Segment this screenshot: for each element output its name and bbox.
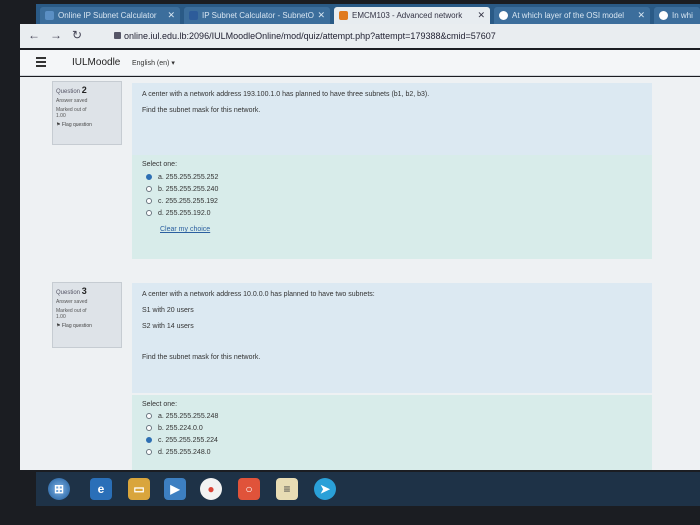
question-3-info: Question 3 Answer saved Marked out of 1.… bbox=[52, 282, 122, 348]
question-3-text: A center with a network address 10.0.0.0… bbox=[132, 283, 652, 393]
reload-icon[interactable]: ↻ bbox=[72, 28, 82, 42]
notes-icon[interactable]: ≡ bbox=[276, 478, 298, 500]
tab-label: EMCM103 - Advanced network bbox=[352, 11, 463, 20]
tab-in-which[interactable]: In whi bbox=[654, 7, 700, 24]
close-tab-icon[interactable]: ✕ bbox=[167, 7, 175, 24]
question-3-answers: Select one: a. 255.255.255.248 b. 255.22… bbox=[132, 395, 652, 470]
close-tab-icon[interactable]: ✕ bbox=[637, 7, 645, 24]
radio-button[interactable] bbox=[146, 425, 152, 431]
radio-button[interactable] bbox=[146, 210, 152, 216]
menu-icon[interactable] bbox=[36, 57, 46, 67]
language-menu[interactable]: English (en) ▾ bbox=[132, 59, 175, 67]
question-text-line: Find the subnet mask for this network. bbox=[142, 354, 261, 361]
question-text-line: S2 with 14 users bbox=[142, 323, 194, 330]
flag-icon: ⚑ bbox=[56, 323, 61, 329]
tab-label: In whi bbox=[672, 11, 693, 20]
question-text-line: A center with a network address 10.0.0.0… bbox=[142, 291, 375, 298]
question-text-line: Find the subnet mask for this network. bbox=[142, 107, 261, 114]
flag-label: Flag question bbox=[61, 122, 92, 128]
marks-value: 1.00 bbox=[56, 314, 66, 320]
site-favicon-icon bbox=[45, 11, 54, 20]
clear-choice-link[interactable]: Clear my choice bbox=[160, 226, 642, 233]
chrome-icon[interactable]: ● bbox=[200, 478, 222, 500]
option-label: a. 255.255.255.252 bbox=[158, 173, 219, 181]
close-tab-icon[interactable]: ✕ bbox=[477, 7, 485, 24]
moodle-navbar: IULMoodle English (en) ▾ bbox=[20, 50, 700, 76]
office-icon[interactable]: ○ bbox=[238, 478, 260, 500]
answer-option-d[interactable]: d. 255.255.192.0 bbox=[146, 207, 642, 219]
site-favicon-icon bbox=[189, 11, 198, 20]
close-tab-icon[interactable]: ✕ bbox=[317, 7, 325, 24]
site-brand[interactable]: IULMoodle bbox=[72, 57, 120, 68]
question-text-line: A center with a network address 193.100.… bbox=[142, 91, 430, 98]
url-text: online.iul.edu.lb:2096/IULMoodleOnline/m… bbox=[124, 31, 496, 41]
start-orb-icon[interactable]: ⊞ bbox=[48, 478, 70, 500]
tab-ip-subnet-calculator[interactable]: IP Subnet Calculator - SubnetO ✕ bbox=[184, 7, 330, 24]
question-2-text: A center with a network address 193.100.… bbox=[132, 83, 652, 155]
question-text-line: S1 with 20 users bbox=[142, 307, 194, 314]
radio-button[interactable] bbox=[146, 174, 152, 180]
telegram-icon[interactable]: ➤ bbox=[314, 478, 336, 500]
tab-osi-model[interactable]: At which layer of the OSI model ✕ bbox=[494, 7, 650, 24]
tab-label: IP Subnet Calculator - SubnetO bbox=[202, 11, 314, 20]
radio-button[interactable] bbox=[146, 413, 152, 419]
answer-option-a[interactable]: a. 255.255.255.248 bbox=[146, 410, 642, 422]
answer-option-b[interactable]: b. 255.255.255.240 bbox=[146, 183, 642, 195]
internet-explorer-icon[interactable]: e bbox=[90, 478, 112, 500]
question-2-answers: Select one: a. 255.255.255.252 b. 255.25… bbox=[132, 155, 652, 259]
forward-icon[interactable]: → bbox=[50, 28, 62, 42]
select-one-label: Select one: bbox=[142, 161, 178, 168]
windows-taskbar: ⊞ e ▭ ▶ ● ○ ≡ ➤ bbox=[36, 472, 700, 506]
google-favicon-icon bbox=[659, 11, 668, 20]
option-label: d. 255.255.248.0 bbox=[158, 448, 211, 456]
answer-option-d[interactable]: d. 255.255.248.0 bbox=[146, 446, 642, 458]
screen: Online IP Subnet Calculator ✕ IP Subnet … bbox=[0, 0, 700, 525]
language-label: English (en) bbox=[132, 60, 170, 67]
answer-option-c[interactable]: c. 255.255.255.224 bbox=[146, 434, 642, 446]
quiz-page: Question 2 Answer saved Marked out of 1.… bbox=[20, 77, 700, 470]
flag-icon: ⚑ bbox=[56, 122, 61, 128]
option-label: c. 255.255.255.192 bbox=[158, 197, 218, 205]
radio-button[interactable] bbox=[146, 198, 152, 204]
tab-emcm103[interactable]: EMCM103 - Advanced network ✕ bbox=[334, 7, 490, 24]
answer-status: Answer saved bbox=[56, 299, 88, 305]
flag-question-button[interactable]: ⚑ Flag question bbox=[56, 323, 118, 329]
marks-value: 1.00 bbox=[56, 113, 66, 119]
question-number: 2 bbox=[81, 85, 87, 95]
question-label: Question bbox=[56, 290, 81, 296]
radio-button[interactable] bbox=[146, 449, 152, 455]
media-player-icon[interactable]: ▶ bbox=[164, 478, 186, 500]
browser-toolbar: ← → ↻ online.iul.edu.lb:2096/IULMoodleOn… bbox=[20, 24, 700, 48]
address-bar[interactable]: online.iul.edu.lb:2096/IULMoodleOnline/m… bbox=[110, 28, 670, 45]
select-one-label: Select one: bbox=[142, 401, 178, 408]
tab-online-ip-subnet-calculator[interactable]: Online IP Subnet Calculator ✕ bbox=[40, 7, 180, 24]
question-label: Question bbox=[56, 89, 81, 95]
option-label: b. 255.255.255.240 bbox=[158, 185, 219, 193]
tab-label: Online IP Subnet Calculator bbox=[58, 11, 157, 20]
flag-label: Flag question bbox=[61, 323, 92, 329]
tab-label: At which layer of the OSI model bbox=[512, 11, 625, 20]
option-label: b. 255.224.0.0 bbox=[158, 424, 203, 432]
google-favicon-icon bbox=[499, 11, 508, 20]
question-number: 3 bbox=[81, 286, 87, 296]
option-label: a. 255.255.255.248 bbox=[158, 412, 219, 420]
option-label: d. 255.255.192.0 bbox=[158, 209, 211, 217]
flag-question-button[interactable]: ⚑ Flag question bbox=[56, 122, 118, 128]
caret-down-icon: ▾ bbox=[171, 60, 175, 67]
browser-tab-strip: Online IP Subnet Calculator ✕ IP Subnet … bbox=[36, 4, 700, 24]
radio-button[interactable] bbox=[146, 437, 152, 443]
file-explorer-icon[interactable]: ▭ bbox=[128, 478, 150, 500]
option-label: c. 255.255.255.224 bbox=[158, 436, 218, 444]
back-icon[interactable]: ← bbox=[28, 28, 40, 42]
answer-option-a[interactable]: a. 255.255.255.252 bbox=[146, 171, 642, 183]
answer-status: Answer saved bbox=[56, 98, 88, 104]
answer-option-b[interactable]: b. 255.224.0.0 bbox=[146, 422, 642, 434]
question-2-info: Question 2 Answer saved Marked out of 1.… bbox=[52, 81, 122, 145]
moodle-favicon-icon bbox=[339, 11, 348, 20]
radio-button[interactable] bbox=[146, 186, 152, 192]
answer-option-c[interactable]: c. 255.255.255.192 bbox=[146, 195, 642, 207]
